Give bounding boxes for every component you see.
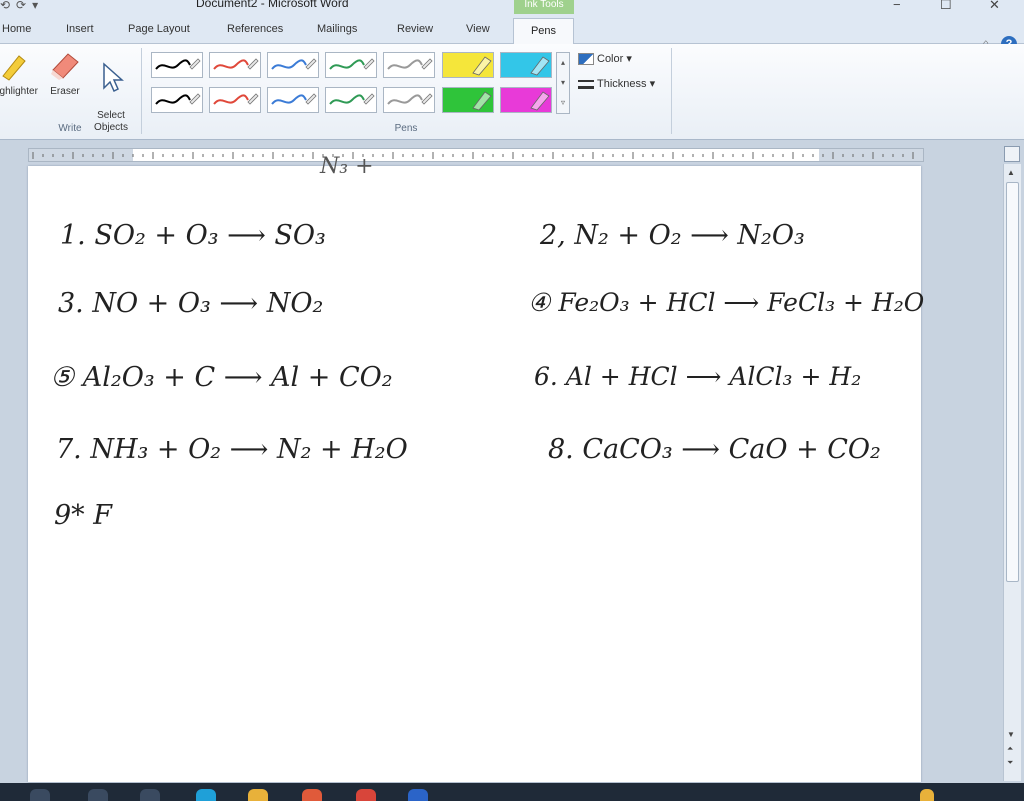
pen-swatch-2-1[interactable] bbox=[151, 87, 203, 113]
tab-view[interactable]: View bbox=[466, 23, 490, 35]
pen-swatch-2-5[interactable] bbox=[383, 87, 435, 113]
group-separator bbox=[671, 48, 672, 134]
eraser-button[interactable]: Eraser bbox=[42, 48, 88, 98]
search-icon[interactable] bbox=[30, 789, 50, 801]
maximize-button[interactable]: ☐ bbox=[940, 0, 952, 13]
pens-group-label: Pens bbox=[394, 123, 418, 134]
word-window: ⟲⟳▾ Document2 - Microsoft Word Ink Tools… bbox=[0, 0, 1024, 801]
scroll-thumb[interactable] bbox=[1006, 182, 1019, 582]
pen-swatch-1-2[interactable] bbox=[209, 52, 261, 78]
ink-tools-context-label: Ink Tools bbox=[514, 0, 574, 14]
next-page-icon[interactable]: ⏷ bbox=[1007, 758, 1013, 768]
title-bar: ⟲⟳▾ Document2 - Microsoft Word Ink Tools… bbox=[0, 0, 1024, 14]
gallery-scroll[interactable]: ▴ ▾ ▿ bbox=[556, 52, 570, 114]
ribbon-tabs: Home Insert Page Layout References Maili… bbox=[0, 14, 1024, 52]
color-label: Color bbox=[597, 53, 624, 65]
group-separator bbox=[141, 48, 142, 134]
tab-references[interactable]: References bbox=[227, 23, 283, 35]
color-button[interactable]: Color ▾ bbox=[578, 52, 632, 66]
ink-equation-5: ⑤ Al₂O₃ + C ⟶ Al + CO₂ bbox=[50, 362, 393, 393]
task-view-icon[interactable] bbox=[88, 789, 108, 801]
scroll-down-icon[interactable]: ▼ bbox=[1007, 730, 1015, 739]
ink-equation-4: ④ Fe₂O₃ + HCl ⟶ FeCl₃ + H₂O bbox=[528, 288, 925, 317]
ink-equation-1: 1. SO₂ + O₃ ⟶ SO₃ bbox=[60, 220, 326, 251]
pen-swatch-1-1[interactable] bbox=[151, 52, 203, 78]
horizontal-ruler[interactable] bbox=[28, 148, 924, 162]
app-icon[interactable] bbox=[302, 789, 322, 801]
thickness-button[interactable]: Thickness ▾ bbox=[578, 77, 655, 90]
close-button[interactable]: ✕ bbox=[989, 0, 1000, 13]
tab-page-layout[interactable]: Page Layout bbox=[128, 23, 190, 35]
tab-mailings[interactable]: Mailings bbox=[317, 23, 357, 35]
chrome-icon[interactable] bbox=[356, 789, 376, 801]
highlighter-label: Highlighter bbox=[0, 86, 38, 97]
pen-color-icon bbox=[578, 53, 594, 66]
weather-icon[interactable] bbox=[920, 789, 934, 801]
tab-review[interactable]: Review bbox=[397, 23, 433, 35]
eraser-label: Eraser bbox=[50, 86, 80, 97]
select-objects-button[interactable]: Select Objects bbox=[88, 48, 134, 134]
document-page[interactable]: N₃ + 1. SO₂ + O₃ ⟶ SO₃ 2, N₂ + O₂ ⟶ N₂O₃… bbox=[28, 154, 925, 782]
ink-fragment: N₃ + bbox=[320, 154, 374, 179]
highlighter-yellow[interactable] bbox=[442, 52, 494, 78]
widgets-icon[interactable] bbox=[140, 789, 160, 801]
taskbar bbox=[0, 783, 1024, 801]
ruler-ticks bbox=[32, 152, 914, 159]
thickness-label: Thickness bbox=[597, 78, 647, 90]
write-group-label: Write bbox=[58, 123, 82, 134]
highlighter-icon bbox=[2, 55, 26, 81]
tab-pens[interactable]: Pens bbox=[513, 18, 574, 45]
tab-home[interactable]: Home bbox=[2, 23, 31, 35]
highlighter-cyan[interactable] bbox=[500, 52, 552, 78]
prev-page-icon[interactable]: ⏶ bbox=[1007, 744, 1013, 754]
pen-swatch-1-5[interactable] bbox=[383, 52, 435, 78]
select-cursor-icon bbox=[103, 62, 124, 93]
eraser-icon bbox=[51, 53, 79, 80]
window-title: Document2 - Microsoft Word bbox=[196, 0, 349, 10]
pen-swatch-2-4[interactable] bbox=[325, 87, 377, 113]
file-explorer-icon[interactable] bbox=[248, 789, 268, 801]
ink-equation-3: 3. NO + O₃ ⟶ NO₂ bbox=[58, 288, 324, 319]
minimize-button[interactable]: − bbox=[893, 0, 901, 12]
highlighter-button[interactable]: Highlighter bbox=[0, 48, 40, 98]
undo-redo-icons[interactable]: ⟲⟳▾ bbox=[0, 0, 44, 12]
tab-insert[interactable]: Insert bbox=[66, 23, 94, 35]
word-taskbar-icon[interactable] bbox=[408, 789, 428, 801]
highlighter-green[interactable] bbox=[442, 87, 494, 113]
ink-equation-6: 6. Al + HCl ⟶ AlCl₃ + H₂ bbox=[534, 362, 862, 391]
scroll-up-icon[interactable]: ▲ bbox=[1007, 168, 1015, 177]
ribbon-pens: Highlighter Eraser Select Objects Write … bbox=[0, 44, 1024, 140]
view-ruler-icon[interactable] bbox=[1004, 146, 1020, 162]
vertical-scrollbar[interactable]: ▲ ▼ ⏶ ⏷ bbox=[1003, 164, 1021, 781]
ink-equation-8: 8. CaCO₃ ⟶ CaO + CO₂ bbox=[548, 434, 881, 465]
ink-equation-7: 7. NH₃ + O₂ ⟶ N₂ + H₂O bbox=[56, 434, 408, 465]
pen-swatch-1-3[interactable] bbox=[267, 52, 319, 78]
highlighter-magenta[interactable] bbox=[500, 87, 552, 113]
edge-icon[interactable] bbox=[196, 789, 216, 801]
pen-swatch-2-2[interactable] bbox=[209, 87, 261, 113]
thickness-icon bbox=[578, 79, 594, 89]
pen-swatch-1-4[interactable] bbox=[325, 52, 377, 78]
ink-equation-2: 2, N₂ + O₂ ⟶ N₂O₃ bbox=[540, 220, 805, 251]
pen-swatch-2-3[interactable] bbox=[267, 87, 319, 113]
ink-equation-9: 9* F bbox=[54, 500, 112, 531]
